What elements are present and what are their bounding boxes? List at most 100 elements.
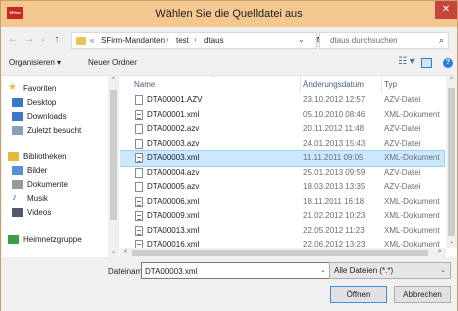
scrollbar-thumb[interactable] (132, 250, 428, 256)
nav-item-label: Bilder (27, 166, 48, 175)
filename-field[interactable] (145, 265, 315, 277)
homegroup-icon (8, 235, 19, 244)
address-dropdown-icon[interactable]: ⌄ (298, 35, 305, 44)
new-folder-button[interactable]: Neuer Ordner (88, 58, 137, 67)
open-button[interactable]: Öffnen (330, 286, 387, 303)
file-row[interactable]: DTA00009.xml 21.02.2012 10:23 XML-Dokument (120, 209, 444, 224)
column-divider[interactable] (381, 76, 382, 92)
file-icon (135, 138, 143, 149)
dialog-footer: Dateiname: ⌄ Alle Dateien (*.*) ⌄ Öffnen… (1, 257, 457, 311)
navigation-bar: ← → ⌄ ↑ « SFirm-Mandanten › test › dtaus… (1, 27, 457, 53)
nav-item-label: Desktop (27, 98, 57, 107)
navigation-pane-scrollbar[interactable]: ^ ⌄ (108, 76, 119, 258)
filetype-select[interactable]: Alle Dateien (*.*) ⌄ (329, 262, 451, 279)
breadcrumb-item-sfirm-mandanten[interactable]: SFirm-Mandanten (101, 36, 165, 45)
column-header-type[interactable]: Typ (384, 76, 444, 92)
back-arrow-icon[interactable]: ← (7, 34, 19, 46)
sort-ascending-icon: ^ (212, 76, 215, 81)
nav-item-label: Bibliotheken (23, 152, 67, 161)
breadcrumb-overflow[interactable]: « (90, 36, 94, 45)
file-modified-date: 24.01.2013 15:43 (303, 138, 366, 148)
scroll-up-icon[interactable]: ^ (108, 77, 119, 83)
desktop-icon (12, 98, 23, 107)
file-modified-date: 11.11.2011 09:05 (303, 153, 364, 162)
file-row[interactable]: DTA00006.xml 18.11.2011 16:18 XML-Dokument (120, 195, 444, 210)
file-modified-date: 21.02.2012 10:23 (303, 211, 366, 220)
file-type: AZV-Datei (384, 124, 421, 133)
scroll-down-icon[interactable]: ⌄ (446, 238, 457, 245)
file-type: XML-Dokument (384, 211, 440, 220)
file-name: DTA00003.azv (147, 138, 200, 148)
column-header-date[interactable]: Änderungsdatum (303, 76, 381, 92)
filetype-dropdown-icon[interactable]: ⌄ (440, 266, 446, 274)
column-header-name[interactable]: Name ^ (134, 76, 304, 92)
recent-locations-dropdown-icon[interactable]: ⌄ (37, 34, 49, 46)
up-arrow-icon[interactable]: ↑ (51, 34, 63, 46)
breadcrumb-item-dtaus[interactable]: dtaus (204, 36, 224, 45)
file-icon (135, 182, 143, 192)
scrollbar-thumb[interactable] (110, 90, 117, 220)
scroll-down-icon[interactable]: ⌄ (108, 248, 119, 255)
file-name: DTA00002.azv (147, 124, 200, 133)
cancel-button[interactable]: Abbrechen (394, 286, 451, 303)
nav-item-label: Downloads (27, 112, 67, 121)
file-icon (135, 95, 143, 105)
file-name: DTA00006.xml (147, 196, 200, 206)
change-view-icon[interactable]: ☷ ▾ (398, 56, 415, 67)
breadcrumb-item-test[interactable]: test (176, 36, 189, 45)
nav-item-label: Musik (27, 194, 48, 203)
file-type: XML-Dokument (384, 225, 440, 235)
file-modified-date: 22.05.2012 11:23 (303, 225, 365, 235)
file-name: DTA00004.azv (147, 167, 200, 177)
nav-item-label: Favoriten (23, 84, 57, 93)
file-row[interactable]: DTA00002.azv 20.11.2012 11:48 AZV-Datei (120, 122, 444, 137)
file-row[interactable]: DTA00005.azv 18.03.2013 13:35 AZV-Datei (120, 180, 444, 195)
documents-icon (12, 180, 23, 189)
search-input[interactable]: dtaus durchsuchen (330, 36, 398, 45)
filename-dropdown-icon[interactable]: ⌄ (320, 266, 326, 274)
scroll-up-icon[interactable]: ^ (446, 77, 457, 83)
file-type: XML-Dokument (384, 109, 440, 119)
file-list: DTA00001.AZV 23.10.2012 12:57 AZV-Datei DTA… (120, 93, 445, 258)
libraries-icon (8, 152, 19, 161)
file-modified-date: 20.11.2012 11:48 (303, 124, 365, 133)
folder-icon (76, 37, 86, 45)
address-bar[interactable]: « SFirm-Mandanten › test › dtaus ⌄ ↻ (71, 32, 324, 49)
file-icon (135, 124, 143, 134)
scrollbar-thumb[interactable] (448, 88, 455, 236)
file-modified-date: 25.01.2013 09:59 (303, 167, 366, 177)
title-bar[interactable]: SFirm Wählen Sie die Quelldatei aus ✕ (1, 1, 457, 27)
search-icon[interactable]: ⌕ (439, 35, 444, 46)
file-row[interactable]: DTA00003.azv 24.01.2013 15:43 AZV-Datei (120, 137, 444, 152)
file-row[interactable]: DTA00004.azv 25.01.2013 09:59 AZV-Datei (120, 166, 444, 181)
forward-arrow-icon[interactable]: → (23, 34, 35, 46)
filename-combobox[interactable]: ⌄ (141, 262, 331, 279)
file-row[interactable]: DTA00001.AZV 23.10.2012 12:57 AZV-Datei (120, 93, 444, 108)
open-file-dialog: SFirm Wählen Sie die Quelldatei aus ✕ ← … (0, 0, 458, 311)
file-type: AZV-Datei (384, 182, 421, 191)
file-list-pane: Name ^ Änderungsdatum Typ DTA00001.AZV 23… (120, 76, 457, 258)
close-button[interactable]: ✕ (435, 1, 457, 19)
star-icon: ★ (8, 82, 17, 93)
xml-file-icon (135, 196, 143, 207)
scroll-left-icon[interactable]: < (120, 249, 131, 255)
preview-pane-icon[interactable] (421, 58, 432, 68)
file-row[interactable]: DTA00003.xml 11.11.2011 09:05 XML-Dokument (120, 150, 445, 167)
navigation-pane: ★ Favoriten Desktop Downloads Zuletzt besuch… (2, 76, 119, 258)
file-name: DTA00003.xml (147, 153, 200, 162)
organize-button[interactable]: Organisieren ▾ (9, 58, 61, 67)
breadcrumb-separator[interactable]: › (166, 35, 169, 44)
file-row[interactable]: DTA00013.xml 22.05.2012 11:23 XML-Dokument (120, 224, 444, 239)
file-row[interactable]: DTA00001.xml 05.10.2010 08:46 XML-Dokument (120, 108, 444, 123)
column-divider[interactable] (300, 76, 301, 92)
help-icon[interactable]: ? (443, 58, 453, 68)
file-list-vertical-scrollbar[interactable]: ^ ⌄ (446, 76, 457, 248)
file-type: AZV-Datei (384, 95, 421, 104)
file-name: DTA00001.xml (147, 109, 200, 119)
breadcrumb-separator[interactable]: › (194, 35, 197, 44)
file-name: DTA00013.xml (147, 225, 200, 235)
search-box[interactable]: dtaus durchsuchen ⌕ (319, 32, 449, 49)
file-name: DTA00001.AZV (147, 95, 203, 104)
scroll-right-icon[interactable]: > (434, 249, 445, 255)
file-name: DTA00009.xml (147, 211, 200, 220)
